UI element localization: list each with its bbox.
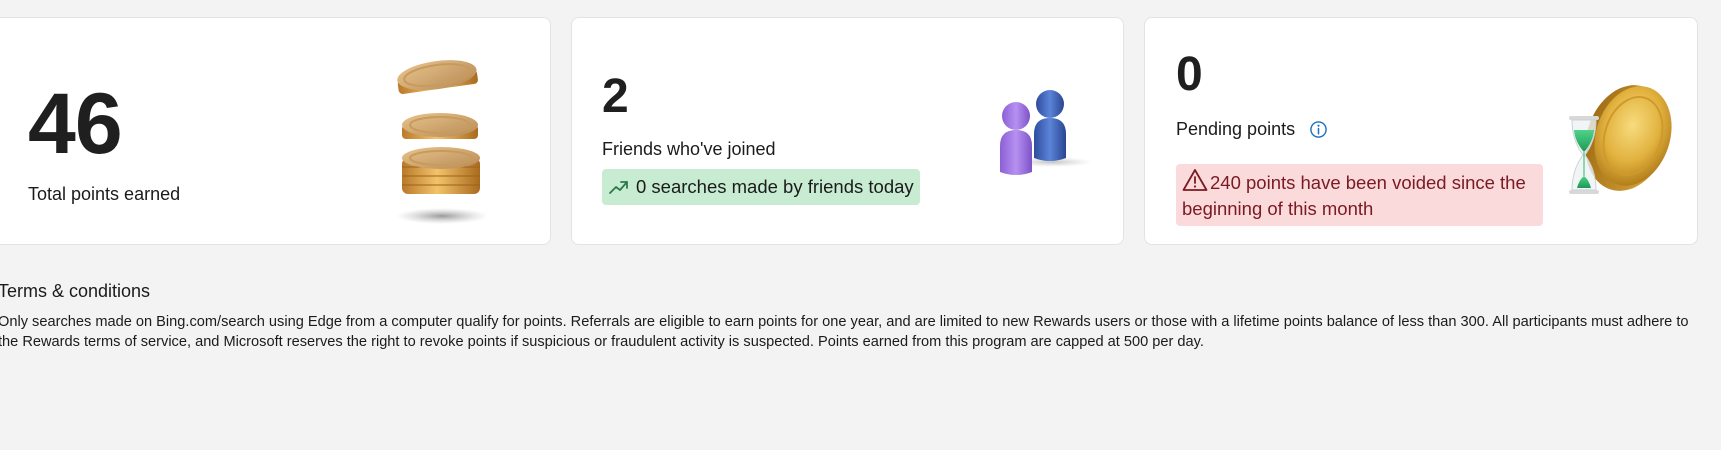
terms-body-text: Only searches made on Bing.com/search us…	[0, 314, 1689, 350]
voided-points-text: 240 points have been voided since the be…	[1182, 172, 1526, 219]
pending-points-value: 0	[1176, 48, 1203, 101]
friends-joined-label: Friends who've joined	[602, 139, 776, 159]
terms-heading: Terms & conditions	[0, 281, 151, 301]
pending-points-label-row: Pending points	[1176, 119, 1328, 140]
friends-searches-text: 0 searches made by friends today	[636, 176, 914, 197]
trending-up-icon	[609, 181, 628, 194]
friends-searches-badge: 0 searches made by friends today	[602, 169, 920, 205]
info-icon[interactable]	[1309, 120, 1328, 139]
coins-stack-illustration	[396, 60, 488, 224]
pending-points-label: Pending points	[1176, 119, 1296, 139]
total-points-card: 46 Total points earned	[0, 17, 551, 245]
warning-triangle-icon	[1182, 169, 1208, 191]
two-people-illustration	[1000, 90, 1092, 175]
total-points-label: Total points earned	[28, 184, 181, 204]
friends-card: 2 Friends who've joined 0 searches made …	[571, 17, 1124, 245]
pending-points-card: 0 Pending points 240 points have been vo…	[1144, 17, 1698, 245]
voided-points-warning: 240 points have been voided since the be…	[1176, 164, 1543, 226]
total-points-value: 46	[28, 76, 123, 172]
friends-joined-value: 2	[602, 70, 629, 123]
coin-hourglass-illustration	[1569, 85, 1672, 194]
